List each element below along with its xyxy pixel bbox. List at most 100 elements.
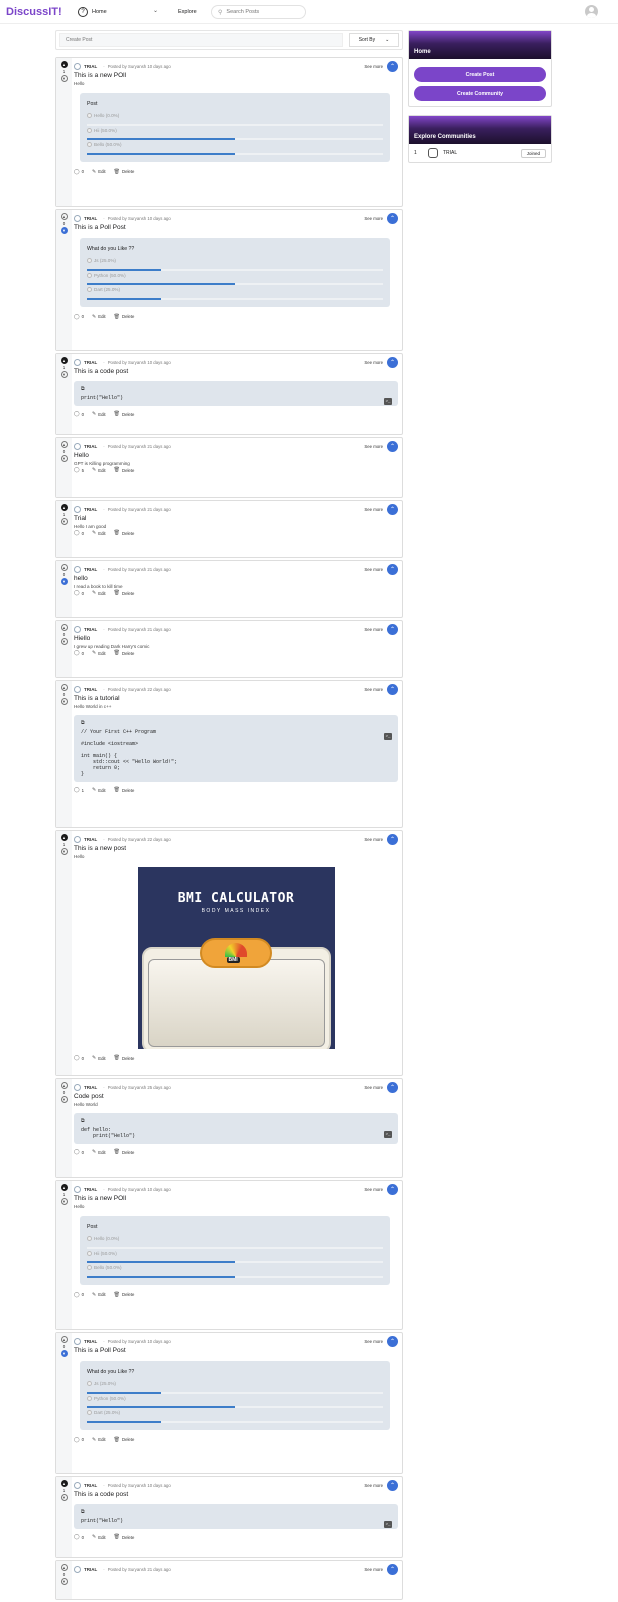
see-more-link[interactable]: See more	[364, 567, 383, 572]
create-post-input[interactable]: Create Post	[59, 33, 343, 47]
edit-button[interactable]: ✎ Edit	[92, 467, 106, 473]
user-badge-icon[interactable]: ⌃	[387, 1082, 398, 1093]
edit-button[interactable]: ✎ Edit	[92, 530, 106, 536]
post-title[interactable]: Code post	[74, 1093, 398, 1100]
radio-icon[interactable]	[87, 272, 92, 278]
poll-option[interactable]: Dart (25.0%)	[87, 1410, 383, 1425]
user-badge-icon[interactable]: ⌃	[387, 1480, 398, 1491]
see-more-link[interactable]: See more	[364, 507, 383, 512]
poll-option[interactable]: Hii (50.0%)	[87, 127, 383, 143]
downvote-icon[interactable]: ▼	[60, 578, 68, 585]
post-title[interactable]: This is a Poll Post	[74, 224, 398, 231]
community-name[interactable]: TRIAL	[84, 1085, 97, 1090]
see-more-link[interactable]: See more	[364, 216, 383, 221]
upvote-icon[interactable]: ▲	[60, 357, 68, 364]
upvote-icon[interactable]: ▲	[60, 1480, 68, 1487]
edit-button[interactable]: ✎ Edit	[92, 787, 106, 793]
upvote-icon[interactable]: ▲	[60, 504, 68, 511]
radio-icon[interactable]	[87, 1410, 92, 1415]
sort-by-dropdown[interactable]: Sort By ⌄	[349, 33, 399, 47]
downvote-icon[interactable]: ▼	[60, 75, 68, 82]
post-title[interactable]: This is a new post	[74, 845, 398, 852]
edit-button[interactable]: ✎ Edit	[92, 411, 106, 417]
comments-button[interactable]: ◯ 0	[74, 590, 84, 596]
see-more-link[interactable]: See more	[364, 360, 383, 365]
downvote-icon[interactable]: ▼	[60, 518, 68, 525]
edit-button[interactable]: ✎ Edit	[92, 1292, 106, 1298]
search-box[interactable]: ⚲	[211, 5, 306, 19]
radio-icon[interactable]	[87, 1265, 92, 1270]
post-image[interactable]: BMI CALCULATOR BODY MASS INDEX	[137, 867, 335, 1049]
upvote-icon[interactable]: ▲	[60, 684, 68, 691]
poll-option[interactable]: Bello (50.0%)	[87, 142, 383, 157]
post-title[interactable]: This is a Poll Post	[74, 1347, 398, 1354]
see-more-link[interactable]: See more	[364, 837, 383, 842]
delete-button[interactable]: 🗑 Delete	[114, 411, 135, 417]
home-dropdown[interactable]: ? Home ⌄	[78, 5, 162, 19]
poll-option[interactable]: Js (25.0%)	[87, 258, 383, 273]
delete-button[interactable]: 🗑 Delete	[114, 787, 135, 793]
post-title[interactable]: This is a code post	[74, 368, 398, 375]
edit-button[interactable]: ✎ Edit	[92, 1534, 106, 1540]
community-name[interactable]: TRIAL	[84, 837, 97, 842]
radio-icon[interactable]	[87, 258, 92, 263]
post-title[interactable]: This is a tutorial	[74, 695, 398, 702]
poll-option[interactable]: Bello (50.0%)	[87, 1265, 383, 1280]
see-more-link[interactable]: See more	[364, 64, 383, 69]
post-title[interactable]: Trial	[74, 515, 398, 522]
comments-button[interactable]: ◯ 0	[74, 1292, 84, 1298]
community-name[interactable]: TRIAL	[84, 1483, 97, 1488]
search-input[interactable]	[226, 9, 297, 15]
community-name[interactable]: TRIAL	[84, 216, 97, 221]
terminal-icon[interactable]: >_	[384, 1131, 392, 1138]
downvote-icon[interactable]: ▼	[60, 1578, 68, 1585]
downvote-icon[interactable]: ▼	[60, 1350, 68, 1357]
poll-option[interactable]: Python (50.0%)	[87, 272, 383, 288]
see-more-link[interactable]: See more	[364, 444, 383, 449]
downvote-icon[interactable]: ▼	[60, 1096, 68, 1103]
radio-icon[interactable]	[87, 127, 92, 133]
explore-link[interactable]: Explore	[178, 9, 197, 15]
edit-button[interactable]: ✎ Edit	[92, 314, 106, 320]
post-title[interactable]: This is a new POll	[74, 1195, 398, 1202]
comments-button[interactable]: ◯ 5	[74, 467, 84, 473]
downvote-icon[interactable]: ▼	[60, 848, 68, 855]
radio-icon[interactable]	[87, 1395, 92, 1401]
edit-button[interactable]: ✎ Edit	[92, 169, 106, 175]
user-badge-icon[interactable]: ⌃	[387, 834, 398, 845]
delete-button[interactable]: 🗑 Delete	[114, 530, 135, 536]
downvote-icon[interactable]: ▼	[60, 371, 68, 378]
upvote-icon[interactable]: ▲	[60, 1184, 68, 1191]
post-title[interactable]: This is a new POll	[74, 72, 398, 79]
comments-button[interactable]: ◯ 0	[74, 1055, 84, 1061]
post-title[interactable]: hello	[74, 575, 398, 582]
upvote-icon[interactable]: ▲	[60, 834, 68, 841]
delete-button[interactable]: 🗑 Delete	[114, 169, 135, 175]
upvote-icon[interactable]: ▲	[60, 1082, 68, 1089]
see-more-link[interactable]: See more	[364, 1085, 383, 1090]
user-badge-icon[interactable]: ⌃	[387, 564, 398, 575]
user-badge-icon[interactable]: ⌃	[387, 357, 398, 368]
community-name[interactable]: TRIAL	[84, 360, 97, 365]
comments-button[interactable]: ◯ 0	[74, 411, 84, 417]
post-title[interactable]: Hello	[74, 452, 398, 459]
downvote-icon[interactable]: ▼	[60, 1198, 68, 1205]
terminal-icon[interactable]: >_	[384, 733, 392, 740]
see-more-link[interactable]: See more	[364, 1567, 383, 1572]
edit-button[interactable]: ✎ Edit	[92, 650, 106, 656]
comments-button[interactable]: ◯ 0	[74, 650, 84, 656]
delete-button[interactable]: 🗑 Delete	[114, 1534, 135, 1540]
comments-button[interactable]: ◯ 0	[74, 1437, 84, 1443]
user-badge-icon[interactable]: ⌃	[387, 213, 398, 224]
see-more-link[interactable]: See more	[364, 627, 383, 632]
user-badge-icon[interactable]: ⌃	[387, 1336, 398, 1347]
user-badge-icon[interactable]: ⌃	[387, 441, 398, 452]
community-name[interactable]: TRIAL	[84, 1187, 97, 1192]
poll-option[interactable]: Python (50.0%)	[87, 1395, 383, 1411]
comments-button[interactable]: ◯ 0	[74, 169, 84, 175]
downvote-icon[interactable]: ▼	[60, 455, 68, 462]
user-avatar-icon[interactable]	[585, 5, 598, 18]
delete-button[interactable]: 🗑 Delete	[114, 650, 135, 656]
delete-button[interactable]: 🗑 Delete	[114, 467, 135, 473]
comments-button[interactable]: ◯ 0	[74, 1534, 84, 1540]
